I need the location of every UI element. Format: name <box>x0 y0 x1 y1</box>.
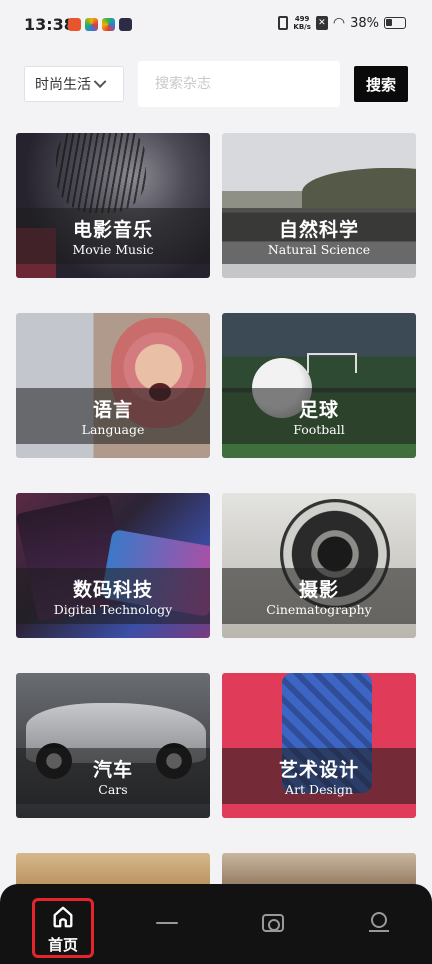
status-app-icons <box>68 18 132 31</box>
net-speed: 499 KB/s <box>293 15 311 31</box>
wifi-icon: ◠ <box>332 15 346 31</box>
list-icon[interactable] <box>152 914 182 938</box>
vibrate-icon <box>278 16 289 30</box>
status-bar: 13:38 499 KB/s ✕ ◠ 38% <box>0 0 432 50</box>
card-title: 语言 <box>92 399 133 421</box>
card-subtitle: Football <box>293 422 345 437</box>
category-card-digital-technology[interactable]: 数码科技 Digital Technology <box>16 493 210 638</box>
notification-app-icon <box>85 18 98 31</box>
category-card-natural-science[interactable]: 自然科学 Natural Science <box>222 133 416 278</box>
search-button[interactable]: 搜索 <box>354 66 408 102</box>
category-card-football[interactable]: 足球 Football <box>222 313 416 458</box>
card-subtitle: Art Design <box>285 782 353 797</box>
card-title: 摄影 <box>298 579 339 601</box>
notification-app-icon <box>68 18 81 31</box>
card-subtitle: Cars <box>98 782 128 797</box>
battery-percent: 38% <box>350 15 379 31</box>
category-card-cars[interactable]: 汽车 Cars <box>16 673 210 818</box>
nav-home-label: 首页 <box>47 936 78 954</box>
chevron-down-icon <box>93 74 107 88</box>
card-title: 汽车 <box>92 759 133 781</box>
notification-app-icon <box>119 18 132 31</box>
status-right: 499 KB/s ✕ ◠ 38% <box>278 15 406 31</box>
category-card-language[interactable]: 语言 Language <box>16 313 210 458</box>
category-card-art-design[interactable]: 艺术设计 Art Design <box>222 673 416 818</box>
card-image <box>302 168 416 208</box>
notification-app-icon <box>102 18 115 31</box>
category-select-label: 时尚生活 <box>35 77 91 93</box>
battery-icon <box>384 17 406 29</box>
card-title: 电影音乐 <box>72 219 153 241</box>
card-subtitle: Digital Technology <box>53 602 173 617</box>
no-sim-icon: ✕ <box>315 16 328 30</box>
card-subtitle: Cinematography <box>266 602 372 617</box>
bottom-nav: 首页 <box>0 884 432 964</box>
category-card-movie-music[interactable]: 电影音乐 Movie Music <box>16 133 210 278</box>
category-card-cinematography[interactable]: 摄影 Cinematography <box>222 493 416 638</box>
card-subtitle: Movie Music <box>72 242 154 257</box>
card-title: 艺术设计 <box>278 759 359 781</box>
category-select[interactable]: 时尚生活 <box>24 66 124 102</box>
card-title: 自然科学 <box>278 219 359 241</box>
camera-icon[interactable] <box>262 914 284 932</box>
card-subtitle: Language <box>81 422 145 437</box>
card-subtitle: Natural Science <box>267 242 371 257</box>
nav-home[interactable]: 首页 <box>32 898 94 958</box>
search-input[interactable] <box>138 61 340 107</box>
card-title: 数码科技 <box>72 579 153 601</box>
home-icon <box>53 906 73 928</box>
card-image <box>56 133 146 213</box>
profile-icon[interactable] <box>369 912 389 932</box>
card-title: 足球 <box>298 399 339 421</box>
